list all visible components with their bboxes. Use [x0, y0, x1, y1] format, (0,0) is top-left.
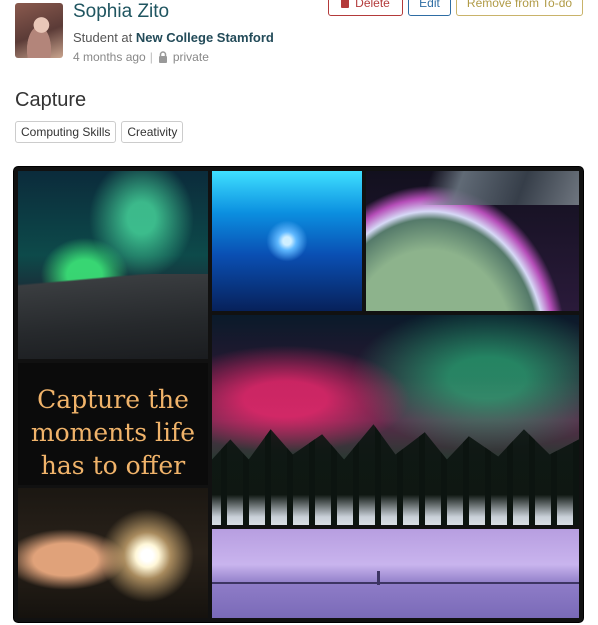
post-title: Capture	[15, 89, 87, 111]
delete-button[interactable]: Delete	[328, 0, 403, 16]
school-link[interactable]: New College Stamford	[136, 30, 274, 45]
delete-label: Delete	[355, 0, 390, 10]
remove-from-todo-button[interactable]: Remove from To-do	[456, 0, 583, 16]
author-name[interactable]: Sophia Zito	[73, 1, 169, 23]
remove-label: Remove from To-do	[466, 0, 573, 10]
space-station-photo	[366, 171, 579, 311]
avatar[interactable]	[15, 3, 63, 58]
aurora-forest-photo	[212, 315, 579, 525]
meta-separator: |	[149, 50, 153, 64]
collage-image[interactable]: Capture the moments life has to offer	[14, 167, 583, 622]
edit-button[interactable]: Edit	[408, 0, 451, 16]
edit-label: Edit	[419, 0, 440, 10]
aurora-mountain-photo	[18, 171, 208, 359]
collage-quote: Capture the moments life has to offer	[30, 385, 196, 480]
visibility-label: private	[172, 50, 209, 64]
trash-icon	[341, 0, 350, 8]
tag-list: Computing Skills Creativity	[15, 121, 184, 143]
bridge-photo	[212, 529, 579, 618]
role-prefix: Student at	[73, 30, 136, 45]
post-meta: 4 months ago | private	[73, 50, 209, 64]
quote-panel: Capture the moments life has to offer	[18, 363, 208, 485]
post-time: 4 months ago	[73, 50, 146, 64]
tag-computing-skills[interactable]: Computing Skills	[15, 121, 117, 143]
lock-icon	[158, 51, 167, 63]
jellyfish-photo	[212, 171, 362, 311]
sparkler-photo	[18, 488, 208, 618]
author-role: Student at New College Stamford	[73, 30, 274, 45]
tag-creativity[interactable]: Creativity	[121, 121, 184, 143]
